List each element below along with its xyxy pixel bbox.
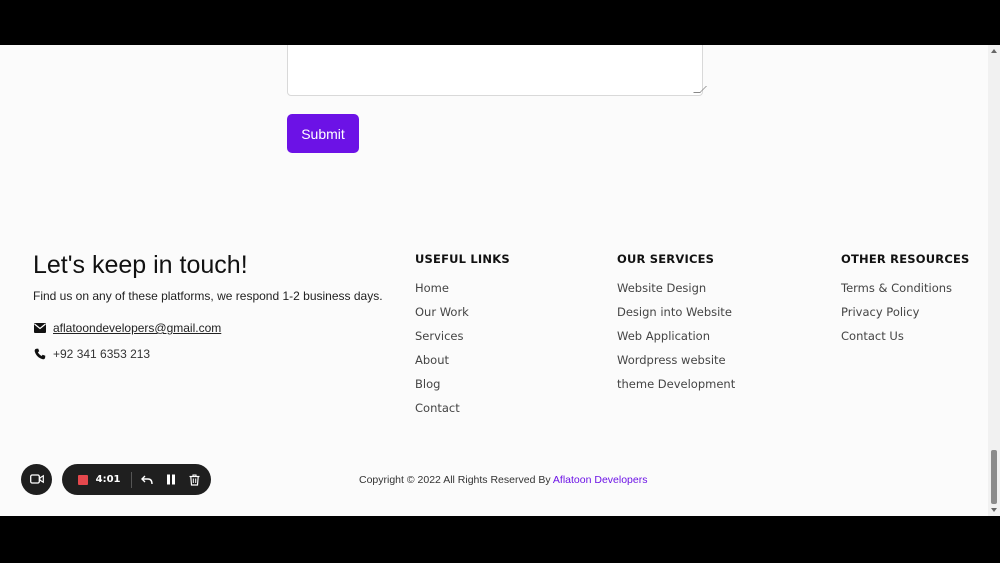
service-link-wordpress-website[interactable]: Wordpress website	[617, 353, 735, 377]
trash-icon[interactable]	[187, 473, 201, 487]
useful-links-column: USEFUL LINKS Home Our Work Services Abou…	[415, 252, 510, 425]
pause-icon[interactable]	[164, 473, 178, 487]
recorder-divider	[130, 471, 132, 488]
footer-link-blog[interactable]: Blog	[415, 377, 510, 401]
resize-grip-icon[interactable]	[693, 86, 707, 93]
envelope-icon	[33, 321, 47, 335]
other-resources-heading: OTHER RESOURCES	[841, 252, 970, 266]
our-services-heading: OUR SERVICES	[617, 252, 715, 266]
service-link-web-application[interactable]: Web Application	[617, 329, 735, 353]
email-link[interactable]: aflatoondevelopers@gmail.com	[53, 321, 221, 335]
undo-icon[interactable]	[140, 473, 154, 487]
phone-icon	[33, 347, 47, 361]
recorder-controls: 4:01	[62, 464, 211, 495]
phone-number: +92 341 6353 213	[53, 347, 151, 361]
camera-icon	[29, 471, 44, 489]
scroll-down-icon[interactable]	[991, 508, 997, 512]
resource-link-terms[interactable]: Terms & Conditions	[841, 281, 970, 305]
stop-icon[interactable]	[78, 474, 88, 485]
footer-link-contact[interactable]: Contact	[415, 401, 510, 425]
footer-link-home[interactable]: Home	[415, 281, 510, 305]
scroll-thumb[interactable]	[991, 450, 997, 504]
resource-link-contact-us[interactable]: Contact Us	[841, 329, 970, 353]
contact-subtitle: Find us on any of these platforms, we re…	[33, 289, 383, 303]
page-viewport: Submit Let's keep in touch! Find us on a…	[0, 45, 1000, 516]
footer-link-our-work[interactable]: Our Work	[415, 305, 510, 329]
submit-button[interactable]: Submit	[287, 114, 359, 153]
copyright-brand-link[interactable]: Aflatoon Developers	[553, 474, 648, 486]
contact-title: Let's keep in touch!	[33, 251, 248, 279]
our-services-column: OUR SERVICES Website Design Design into …	[617, 252, 735, 401]
message-textarea[interactable]	[287, 45, 707, 96]
footer-link-about[interactable]: About	[415, 353, 510, 377]
copyright-label: Copyright © 2022 All Rights Reserved By	[359, 474, 553, 486]
useful-links-heading: USEFUL LINKS	[415, 252, 510, 266]
copyright-text: Copyright © 2022 All Rights Reserved By …	[359, 474, 647, 486]
service-link-theme-development[interactable]: theme Development	[617, 377, 735, 401]
page-scrollbar[interactable]	[988, 45, 1000, 516]
email-row: aflatoondevelopers@gmail.com	[33, 321, 221, 335]
phone-row: +92 341 6353 213	[33, 347, 150, 361]
camera-button[interactable]	[21, 464, 52, 495]
other-resources-column: OTHER RESOURCES Terms & Conditions Priva…	[841, 252, 970, 353]
scroll-up-icon[interactable]	[991, 49, 997, 53]
letterbox-top	[0, 0, 1000, 45]
recording-timer: 4:01	[95, 474, 121, 485]
footer-link-services[interactable]: Services	[415, 329, 510, 353]
resource-link-privacy[interactable]: Privacy Policy	[841, 305, 970, 329]
service-link-design-into-website[interactable]: Design into Website	[617, 305, 735, 329]
letterbox-bottom	[0, 516, 1000, 563]
service-link-website-design[interactable]: Website Design	[617, 281, 735, 305]
